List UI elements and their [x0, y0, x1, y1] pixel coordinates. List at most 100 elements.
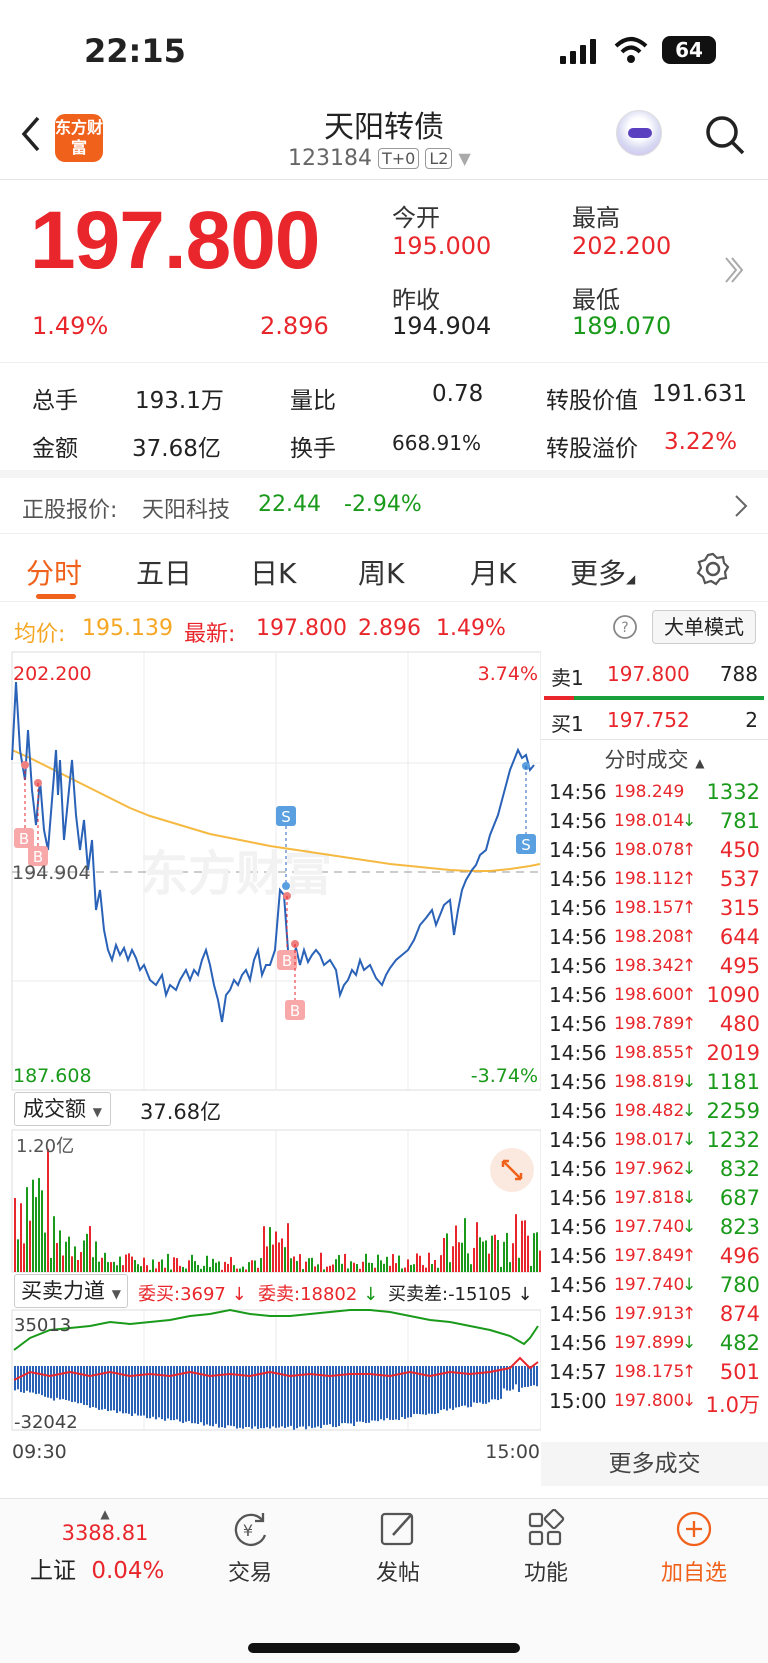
trade-volume: 496 [719, 1244, 760, 1268]
trade-price: 198.175 [614, 1362, 685, 1382]
trades-header[interactable]: 分时成交 ▲ [541, 742, 768, 778]
trade-price: 197.962 [614, 1159, 685, 1179]
volume-bar [323, 1269, 325, 1272]
tab-daily-k[interactable]: 日K [250, 552, 296, 592]
volume-bar [230, 1257, 232, 1272]
volume-bar [398, 1255, 400, 1272]
t0-tag: T+0 [377, 148, 420, 169]
volume-bar [515, 1214, 517, 1272]
tab-five-day[interactable]: 五日 [136, 552, 192, 592]
plus-circle-icon [676, 1511, 712, 1547]
high-label: 最高 [572, 204, 620, 232]
trade-direction-icon: ↓ [682, 1101, 697, 1121]
volume-bar [296, 1260, 298, 1272]
underlying-stock-row[interactable]: 正股报价: 天阳科技 22.44 -2.94% [0, 478, 768, 534]
axis-bottom-pct: -3.74% [471, 1065, 538, 1087]
force-bar [527, 1366, 529, 1387]
force-bar [20, 1366, 22, 1393]
marker-sell: S [281, 808, 291, 826]
volume-bar [248, 1262, 250, 1272]
force-selector[interactable]: 买卖力道 ▼ [14, 1274, 128, 1308]
volume-bar [467, 1253, 469, 1272]
volume-bar [206, 1255, 208, 1272]
robot-avatar-icon[interactable] [616, 110, 662, 156]
force-bar [143, 1366, 145, 1416]
expand-icon[interactable] [490, 1148, 534, 1192]
trade-direction-icon: ↓ [682, 811, 697, 831]
tab-weekly-k[interactable]: 周K [358, 552, 404, 592]
force-bar [137, 1366, 139, 1416]
volume-bar [245, 1269, 247, 1272]
trade-row: 14:56 198.014 ↓ 781 [541, 809, 768, 839]
latest-label: 最新: [184, 622, 236, 647]
volume-bar [152, 1259, 154, 1272]
trade-row: 14:56 197.849 ↑ 496 [541, 1244, 768, 1274]
settings-gear-icon[interactable] [696, 552, 730, 586]
ratio-label: 量比 [290, 388, 336, 414]
open-value: 195.000 [392, 232, 492, 260]
trade-price: 197.740 [614, 1217, 685, 1237]
volume-bar [425, 1267, 427, 1272]
add-watchlist-button[interactable]: 加自选 [634, 1509, 754, 1587]
volume-bar [251, 1260, 253, 1272]
expand-chevron-icon[interactable] [722, 254, 746, 286]
force-bar [533, 1366, 535, 1386]
trade-time: 14:56 [549, 809, 607, 833]
volume-bar [200, 1268, 202, 1272]
tab-intraday[interactable]: 分时 [26, 552, 82, 592]
volume-bar [461, 1242, 463, 1272]
trade-volume: 780 [719, 1273, 760, 1297]
security-code-row[interactable]: 123184 T+0 L2 ▼ [288, 146, 471, 171]
force-max-label: 35013 [14, 1315, 71, 1336]
trade-volume: 1232 [706, 1128, 760, 1152]
volume-bar [107, 1262, 109, 1272]
force-bar [407, 1366, 409, 1418]
more-trades-button[interactable]: 更多成交 [541, 1442, 768, 1486]
volume-bar [494, 1234, 496, 1272]
volume-bar [98, 1261, 100, 1272]
trade-price: 198.482 [614, 1101, 685, 1121]
watchlist-label: 加自选 [660, 1561, 727, 1586]
trade-price: 198.078 [614, 840, 685, 860]
force-bar [134, 1366, 136, 1414]
trade-direction-icon: ↓ [682, 1159, 697, 1179]
trade-direction-icon: ↑ [682, 1014, 697, 1034]
volume-value: 193.1万 [135, 388, 224, 414]
volume-bar [506, 1232, 508, 1272]
trade-row: 14:56 198.819 ↓ 1181 [541, 1070, 768, 1100]
trade-direction-icon: ↑ [682, 869, 697, 889]
premium-label: 转股溢价 [546, 436, 638, 462]
wifi-icon [614, 37, 648, 63]
turnover-value: 668.91% [392, 431, 481, 455]
volume-bar [26, 1187, 28, 1272]
volume-bar [335, 1259, 337, 1272]
battery-icon: 64 [662, 36, 716, 64]
volume-bar [17, 1239, 19, 1272]
force-bar [311, 1366, 313, 1429]
features-button[interactable]: 功能 [486, 1508, 606, 1587]
tab-more[interactable]: 更多◢ [570, 552, 635, 592]
trade-time: 14:56 [549, 1331, 607, 1355]
volume-bar [524, 1220, 526, 1272]
force-bar [86, 1366, 88, 1406]
trade-direction-icon: ↓ [682, 1188, 697, 1208]
help-icon[interactable]: ? [612, 614, 638, 640]
volume-bar [125, 1254, 127, 1272]
index-ticker[interactable]: ▲ 3388.81 上证 0.04% [30, 1507, 180, 1585]
volume-bar [38, 1178, 40, 1272]
volume-bar [233, 1265, 235, 1272]
volume-bar [71, 1256, 73, 1272]
post-button[interactable]: 发帖 [338, 1509, 458, 1587]
force-bar [470, 1366, 472, 1407]
trade-button[interactable]: ¥ 交易 [190, 1509, 310, 1587]
tab-monthly-k[interactable]: 月K [470, 552, 516, 592]
trade-direction-icon: ↓ [682, 1391, 697, 1411]
force-bar [62, 1366, 64, 1400]
volume-selector[interactable]: 成交额 ▼ [14, 1092, 111, 1126]
search-icon[interactable] [704, 114, 746, 156]
volume-bar [113, 1261, 115, 1272]
trade-row: 14:56 197.899 ↓ 482 [541, 1331, 768, 1361]
trade-direction-icon: ↑ [682, 1043, 697, 1063]
volume-selector-label: 成交额 [23, 1097, 86, 1121]
big-order-mode-button[interactable]: 大单模式 [652, 610, 756, 644]
